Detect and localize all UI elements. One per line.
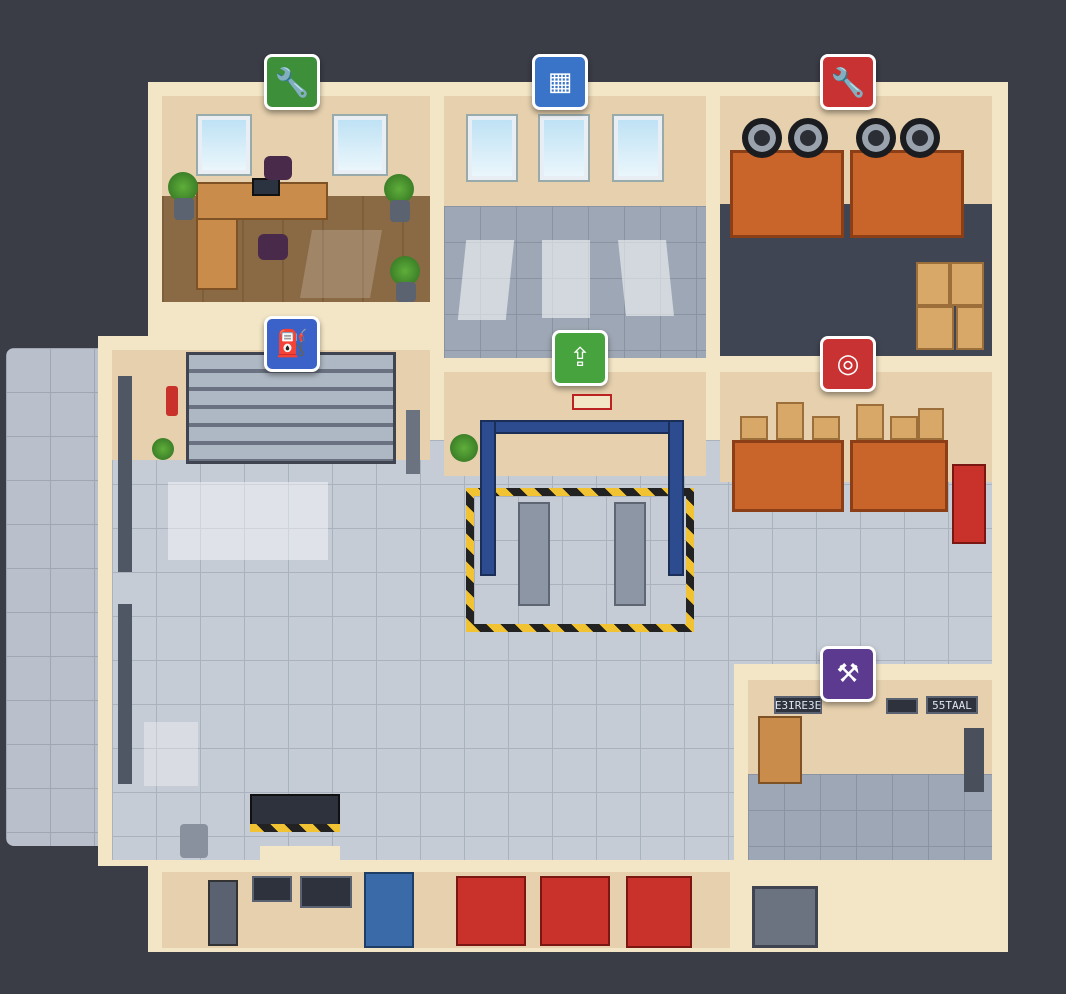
computer-monitor[interactable]: [252, 178, 280, 196]
tool-room-floor: [748, 774, 992, 860]
car-lift-ramp-right[interactable]: [614, 502, 646, 606]
office-chair-top[interactable]: [264, 156, 292, 180]
trash-bin[interactable]: [180, 824, 208, 858]
garage-door-light: [168, 482, 328, 560]
floor-panel: [260, 846, 340, 864]
parts-shelf-right[interactable]: [850, 440, 948, 512]
tire-shelf-right[interactable]: [850, 150, 964, 238]
lift-bay-badge[interactable]: ⇪: [552, 330, 608, 386]
tire-2[interactable]: [788, 118, 828, 158]
reception-sunlight-2: [542, 240, 590, 318]
tool-room-machine[interactable]: [964, 728, 984, 792]
left-gate-rail-top: [118, 376, 132, 572]
workbench-left[interactable]: [456, 876, 526, 946]
pot-office-right: [390, 200, 410, 222]
tool-room-sign-mid: [886, 698, 918, 714]
tire-4[interactable]: [900, 118, 940, 158]
tool-cabinet-blue[interactable]: [364, 872, 414, 948]
parts-box-3[interactable]: [812, 416, 840, 440]
office-desk-side[interactable]: [196, 218, 238, 290]
car-lift-frame[interactable]: [480, 420, 684, 434]
office-chair-bottom[interactable]: [258, 234, 288, 260]
reception-sunlight-1: [457, 240, 515, 320]
spray-nozzle-icon: ⛽: [275, 329, 309, 359]
reception-window-3: [614, 116, 662, 180]
crate-stack-1[interactable]: [916, 262, 950, 306]
reception-register-badge[interactable]: ▦: [532, 54, 588, 110]
garage-entry-badge[interactable]: ⛽: [264, 316, 320, 372]
tool-room-chair[interactable]: [758, 716, 802, 784]
wrench-icon: 🔧: [274, 65, 310, 99]
garage-lamp-post: [406, 410, 420, 474]
tool-room-hammer-badge[interactable]: ⚒: [820, 646, 876, 702]
electrical-box[interactable]: [208, 880, 238, 946]
wall-panel-1: [252, 876, 292, 902]
office-window-right: [334, 116, 386, 174]
plant-lift-bay: [450, 434, 478, 462]
parts-room-tire-badge[interactable]: ◎: [820, 336, 876, 392]
tire-icon: ◎: [836, 349, 860, 379]
lift-bay-sign: [572, 394, 612, 410]
tire-shelf-left[interactable]: [730, 150, 844, 238]
parts-box-6[interactable]: [918, 408, 944, 440]
crate-stack-2[interactable]: [950, 262, 984, 306]
reception-window-1: [468, 116, 516, 180]
pot-office-left: [174, 198, 194, 220]
tool-room-sign-left: E3IRE3E: [774, 696, 822, 714]
car-lift-ramp-left[interactable]: [518, 502, 550, 606]
parts-shelf-left[interactable]: [732, 440, 844, 512]
wrench-icon: 🔧: [830, 65, 866, 99]
pot-office-bottom: [396, 282, 416, 302]
parts-box-5[interactable]: [890, 416, 918, 440]
left-gate-rail-bottom: [118, 604, 132, 784]
bench-barrier-stripe: [250, 824, 340, 832]
reception-sunlight-3: [618, 240, 674, 316]
office-wrench-badge[interactable]: 🔧: [264, 54, 320, 110]
outdoor-sidewalk: [6, 348, 106, 846]
office-sunlight: [300, 230, 382, 298]
bench-barrier: [250, 794, 340, 828]
fire-extinguisher[interactable]: [166, 386, 178, 416]
workbench-mid[interactable]: [540, 876, 610, 946]
cash-register-icon: ▦: [547, 67, 573, 97]
crate-stack-4[interactable]: [956, 306, 984, 350]
parts-box-4[interactable]: [856, 404, 884, 440]
car-lift-post-right[interactable]: [668, 420, 684, 576]
tire-room-wrench-badge[interactable]: 🔧: [820, 54, 876, 110]
tool-room-door[interactable]: [752, 886, 818, 948]
parts-box-2[interactable]: [776, 402, 804, 440]
tool-cart-right[interactable]: [952, 464, 986, 544]
tool-room-sign-right: 55TAAL: [926, 696, 978, 714]
lift-zone-floor: [474, 496, 686, 624]
office-window-left: [198, 116, 250, 174]
car-lift-post-left[interactable]: [480, 420, 496, 576]
floor-glow: [144, 722, 198, 786]
reception-window-2: [540, 116, 588, 180]
tire-3[interactable]: [856, 118, 896, 158]
tool-chest-red[interactable]: [626, 876, 692, 948]
parts-box-1[interactable]: [740, 416, 768, 440]
wall-panel-2: [300, 876, 352, 908]
car-lift-icon: ⇪: [569, 343, 591, 373]
plant-garage-left: [152, 438, 174, 460]
tire-1[interactable]: [742, 118, 782, 158]
hammer-icon: ⚒: [836, 659, 860, 689]
crate-stack-3[interactable]: [916, 306, 954, 350]
